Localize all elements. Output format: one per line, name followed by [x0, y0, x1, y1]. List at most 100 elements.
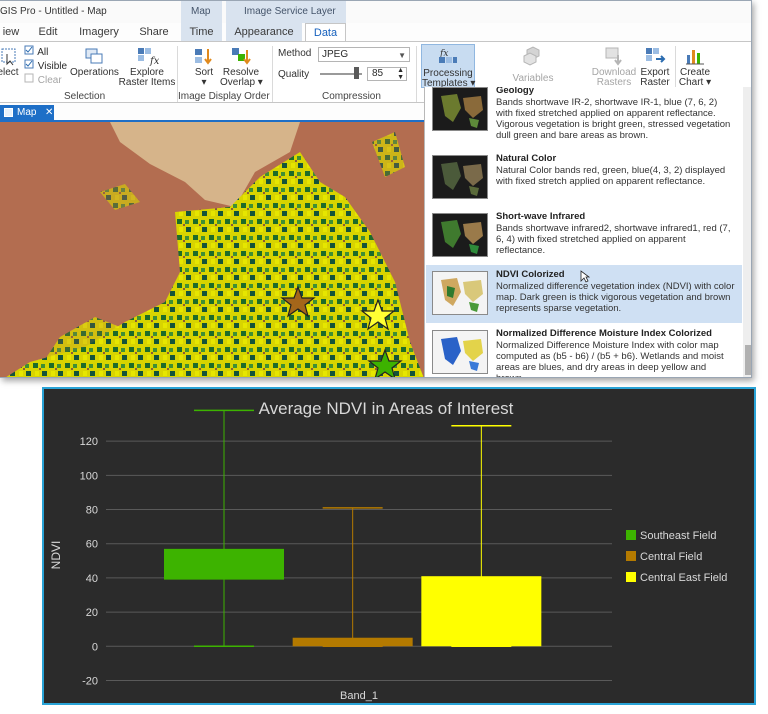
- chart-title: Average NDVI in Areas of Interest: [259, 399, 514, 418]
- select-visible-icon: [24, 59, 34, 69]
- select-label: elect: [0, 67, 19, 78]
- map-image: [0, 122, 425, 377]
- variables-icon: [523, 46, 540, 66]
- ndvi-box-chart: Average NDVI in Areas of Interest -20 0 20 4…: [49, 399, 727, 702]
- ndmi-colorized-thumbnail: [432, 330, 488, 374]
- separator: [272, 46, 273, 102]
- tab-share[interactable]: Share: [135, 23, 173, 41]
- sort-button[interactable]: Sort ▾: [186, 46, 222, 88]
- ndvi-colorized-thumbnail: [432, 271, 488, 315]
- y-tick-label: 20: [86, 607, 98, 619]
- template-title: Geology: [496, 87, 535, 96]
- variables-label: Variables: [512, 73, 554, 84]
- app-title: GIS Pro - Untitled - Map: [0, 6, 107, 17]
- select-arrow-icon: [1, 48, 16, 66]
- select-visible-label: Visible: [37, 61, 68, 72]
- template-description: Normalized Difference Moisture Index wit…: [496, 340, 724, 377]
- map-view-tab[interactable]: Map ✕: [0, 105, 54, 120]
- processing-templates-button[interactable]: fx Processing Templates ▾: [421, 44, 475, 89]
- y-tick-label: 40: [86, 573, 98, 585]
- natural-color-thumbnail: [432, 155, 488, 199]
- tab-appearance[interactable]: Appearance: [226, 23, 302, 41]
- legend-label-southeast-field: Southeast Field: [640, 530, 716, 542]
- legend-label-central-field: Central Field: [640, 551, 702, 563]
- clear-selection-icon: [24, 73, 34, 83]
- legend-swatch-central-east-field: [626, 572, 636, 582]
- template-geology[interactable]: Geology Bands shortwave IR-2, shortwave …: [426, 87, 742, 141]
- map-icon: [4, 108, 13, 117]
- geology-thumbnail: [432, 87, 488, 131]
- tab-edit[interactable]: Edit: [33, 23, 63, 41]
- legend-swatch-southeast-field: [626, 530, 636, 540]
- template-short-wave-infrared[interactable]: Short-wave Infrared Bands shortwave infr…: [426, 207, 742, 265]
- method-label: Method: [278, 48, 312, 59]
- template-title: NDVI Colorized: [496, 269, 565, 280]
- chevron-down-icon: ▼: [398, 51, 406, 60]
- x-tick-label: Band_1: [340, 690, 378, 702]
- context-group-image-service-label: Image Service Layer: [244, 6, 336, 17]
- explore-raster-icon: fx: [138, 48, 159, 66]
- clear-selection-label: Clear: [37, 75, 62, 86]
- tab-time[interactable]: Time: [181, 23, 222, 41]
- export-raster-button[interactable]: Export Raster: [637, 46, 673, 88]
- select-all-label: All: [37, 47, 49, 58]
- map-canvas[interactable]: [0, 120, 425, 377]
- select-visible-button[interactable]: Visible: [24, 59, 67, 72]
- resolve-line2: Overlap: [220, 77, 256, 88]
- tab-data[interactable]: Data: [305, 23, 346, 41]
- clear-selection-button[interactable]: Clear: [24, 73, 62, 86]
- create-chart-button[interactable]: Create Chart ▾: [677, 46, 713, 88]
- legend-label-central-east-field: Central East Field: [640, 572, 727, 584]
- spinner-icon[interactable]: ▲ ▼: [397, 67, 404, 81]
- separator: [416, 46, 417, 102]
- template-title: Natural Color: [496, 153, 557, 164]
- gallery-scrollbar[interactable]: [743, 87, 751, 377]
- context-group-image-service-layer: Image Service Layer: [226, 1, 346, 23]
- y-tick-label: 60: [86, 539, 98, 551]
- ribbon-tabs: iew Edit Imagery Share Time Appearance D…: [0, 23, 751, 41]
- select-all-icon: [24, 45, 34, 55]
- template-natural-color[interactable]: Natural Color Natural Color bands red, g…: [426, 149, 742, 207]
- quality-stepper[interactable]: 85 ▲ ▼: [367, 67, 407, 81]
- selection-group-label: Selection: [64, 91, 106, 102]
- short-wave-infrared-thumbnail: [432, 213, 488, 257]
- context-group-map-label: Map: [191, 6, 211, 17]
- template-description: Bands shortwave infrared2, shortwave inf…: [496, 223, 731, 256]
- template-description: Normalized difference vegetation index (…: [496, 281, 735, 314]
- template-description: Natural Color bands red, green, blue(4, …: [496, 165, 726, 187]
- operations-icon: [85, 48, 103, 64]
- resolve-overlap-button[interactable]: Resolve Overlap ▾: [220, 46, 263, 88]
- resolve-overlap-icon: [232, 48, 251, 65]
- bar-chart-icon: [686, 50, 704, 65]
- template-description: Bands shortwave IR-2, shortwave IR-1, bl…: [496, 97, 731, 141]
- close-icon[interactable]: ✕: [45, 105, 53, 120]
- tab-imagery[interactable]: Imagery: [76, 23, 122, 41]
- gallery-scrollbar-thumb[interactable]: [745, 345, 751, 375]
- arcgis-window: GIS Pro - Untitled - Map Map Image Servi…: [0, 0, 752, 378]
- template-ndvi-colorized[interactable]: NDVI Colorized Normalized difference veg…: [426, 265, 742, 323]
- download-rasters-button[interactable]: Download Rasters: [590, 46, 638, 88]
- operations-label: Operations: [70, 67, 119, 78]
- chart-panel: Average NDVI in Areas of Interest -20 0 20 4…: [42, 387, 756, 705]
- y-axis-label: NDVI: [49, 541, 63, 570]
- tab-view[interactable]: iew: [0, 23, 22, 41]
- y-tick-label: 80: [86, 505, 98, 517]
- select-button[interactable]: elect: [0, 46, 20, 78]
- compression-group-label: Compression: [322, 91, 381, 102]
- map-view-tab-label: Map: [17, 107, 37, 118]
- method-dropdown[interactable]: JPEG ▼: [318, 47, 410, 62]
- select-all-button[interactable]: All: [24, 45, 48, 58]
- operations-button[interactable]: Operations: [70, 46, 119, 78]
- context-group-map: Map: [181, 1, 222, 23]
- title-bar: GIS Pro - Untitled - Map Map Image Servi…: [0, 1, 751, 23]
- box-central-east-field: [421, 576, 542, 647]
- sort-dropdown-icon: ▾: [201, 77, 207, 88]
- method-value: JPEG: [322, 49, 349, 60]
- template-ndmi-colorized[interactable]: Normalized Difference Moisture Index Col…: [426, 324, 742, 377]
- export-raster-icon: [646, 48, 666, 63]
- quality-slider-thumb[interactable]: [353, 67, 359, 79]
- explore-raster-items-button[interactable]: fx Explore Raster Items: [118, 46, 176, 88]
- variables-button[interactable]: Variables: [508, 46, 558, 84]
- mouse-cursor-icon: [580, 270, 590, 283]
- y-tick-label: -20: [82, 675, 98, 687]
